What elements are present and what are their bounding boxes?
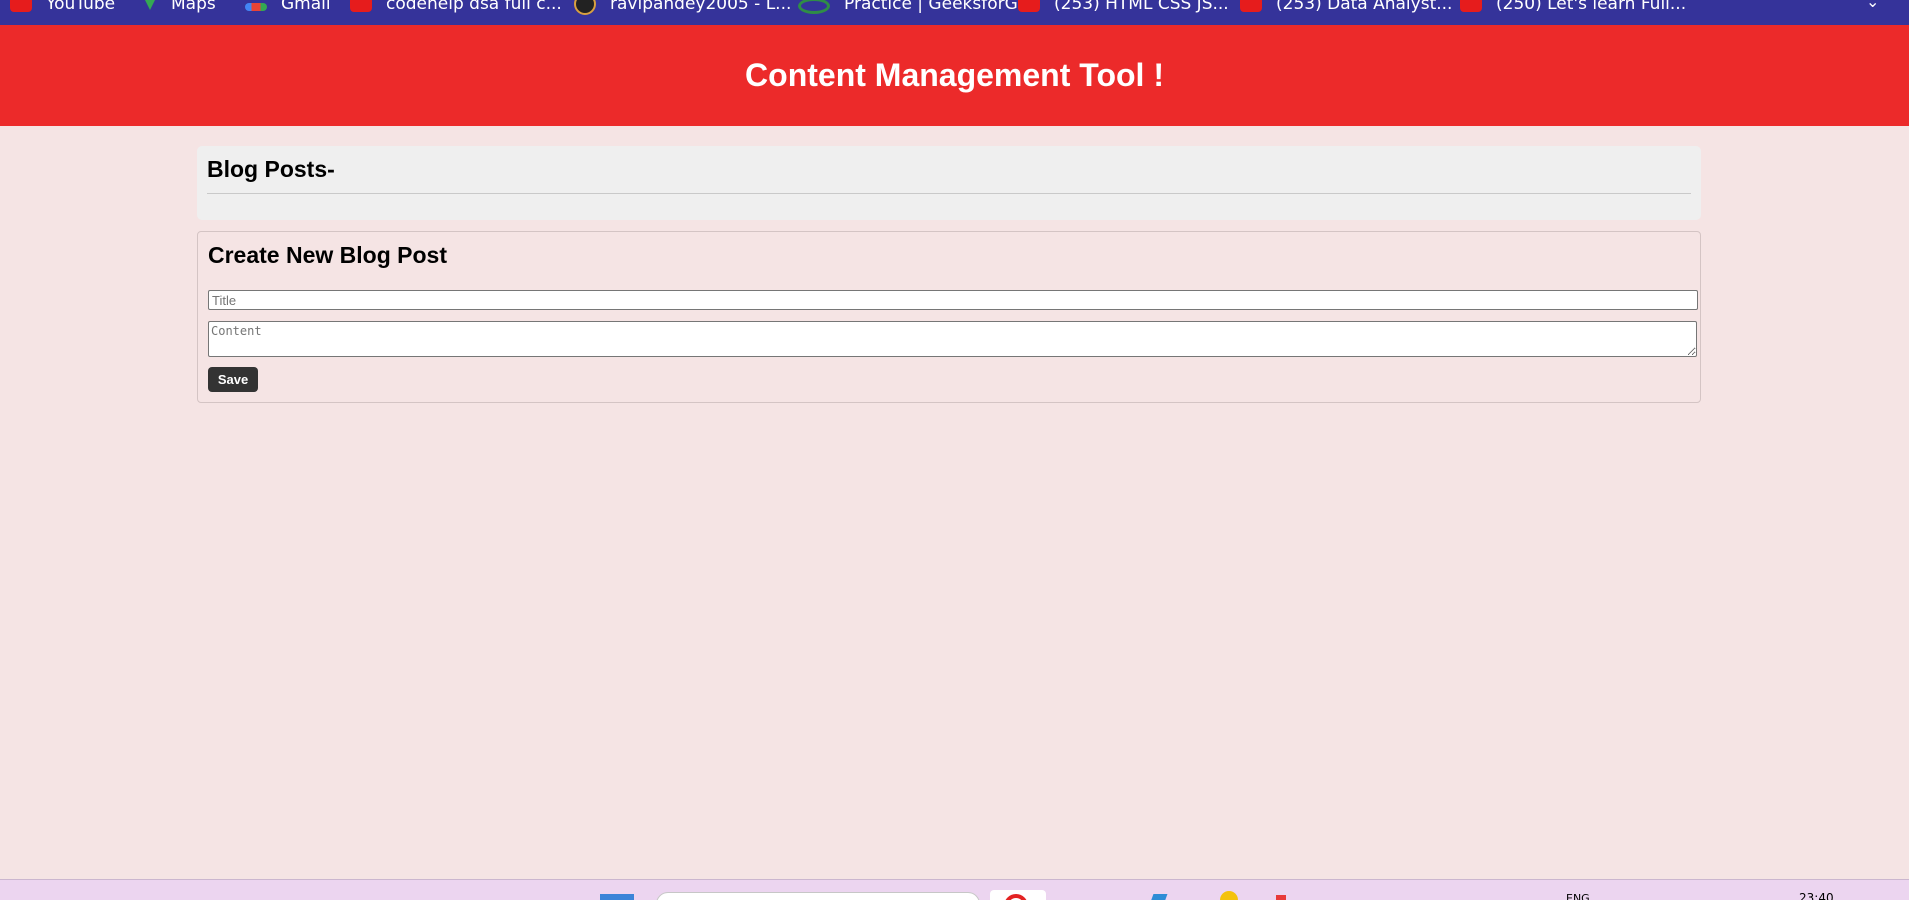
youtube-icon [1018, 0, 1040, 12]
edge-icon[interactable] [1150, 894, 1168, 900]
page-title: Content Management Tool ! [745, 57, 1164, 93]
blog-posts-heading: Blog Posts- [207, 156, 335, 182]
bookmark-data-analyst[interactable]: (253) Data Analyst... [1240, 0, 1452, 14]
youtube-icon [1240, 0, 1262, 12]
bookmark-label: Practice | GeeksforG... [844, 0, 1034, 14]
bookmark-label: (253) Data Analyst... [1276, 0, 1453, 14]
youtube-icon [1460, 0, 1482, 12]
bookmark-maps[interactable]: Maps [143, 0, 216, 14]
bookmark-label: (253) HTML CSS JS... [1054, 0, 1229, 14]
create-post-panel: Create New Blog Post Save [197, 231, 1701, 403]
youtube-icon [350, 0, 372, 12]
geeksforgeeks-icon [798, 0, 830, 14]
bookmark-label: Maps [171, 0, 216, 14]
bookmark-label: (250) Let's learn Full... [1496, 0, 1687, 14]
avatar-icon [574, 0, 596, 15]
maps-icon [143, 0, 157, 12]
page-header: Content Management Tool ! [0, 25, 1909, 126]
bookmark-youtube[interactable]: YouTube [10, 0, 115, 14]
bookmark-gmail[interactable]: Gmail [245, 0, 331, 14]
youtube-icon [10, 0, 32, 12]
content-textarea[interactable] [208, 321, 1697, 357]
gmail-icon [245, 3, 267, 11]
save-button[interactable]: Save [208, 367, 258, 392]
bookmark-html-css-js[interactable]: (253) HTML CSS JS... [1018, 0, 1229, 14]
taskbar: ENG 23:40 [0, 879, 1909, 900]
bookmark-codehelp[interactable]: codehelp dsa full c... [350, 0, 562, 14]
start-icon[interactable] [600, 894, 634, 900]
bookmark-label: YouTube [46, 0, 116, 14]
app-icon[interactable] [1276, 895, 1286, 900]
bookmark-full-stack[interactable]: (250) Let's learn Full... [1460, 0, 1686, 14]
bookmark-geeksforgeeks[interactable]: Practice | GeeksforG... [798, 0, 1034, 14]
bookmark-label: codehelp dsa full c... [386, 0, 562, 14]
divider [207, 193, 1691, 194]
title-input[interactable] [208, 290, 1698, 310]
blog-posts-panel: Blog Posts- [197, 146, 1701, 220]
bookmark-label: ravipandey2005 - L... [610, 0, 792, 14]
bookmark-leetcode[interactable]: ravipandey2005 - L... [574, 0, 792, 15]
bookmarks-bar: YouTube Maps Gmail codehelp dsa full c..… [0, 0, 1909, 25]
create-post-heading: Create New Blog Post [208, 242, 447, 268]
bookmark-label: Gmail [281, 0, 331, 14]
chevron-down-icon[interactable]: ⌄ [1866, 0, 1879, 12]
